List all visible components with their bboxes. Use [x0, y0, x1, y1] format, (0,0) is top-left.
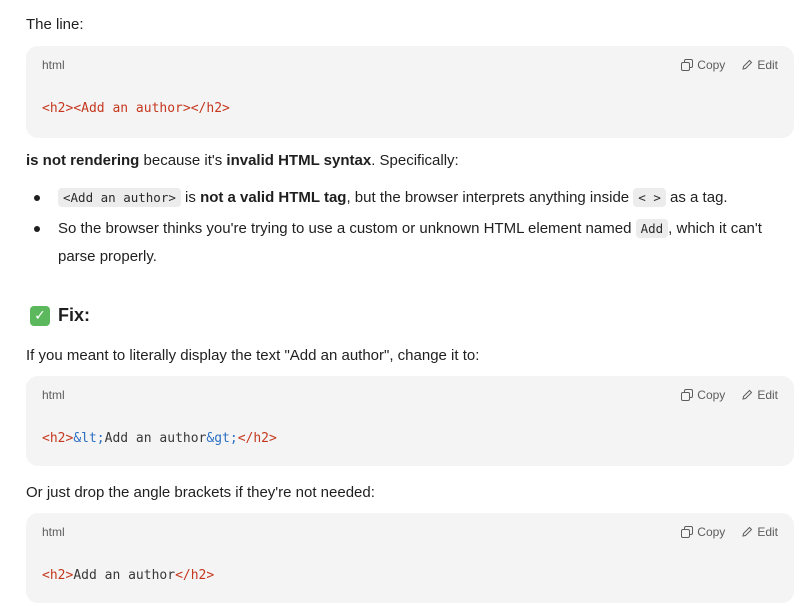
code-actions: Copy Edit [681, 58, 778, 72]
copy-label: Copy [697, 388, 726, 402]
code-text: Add an author [104, 431, 207, 446]
code-block-1: html Copy Edit <h2><Add an author></h2> [26, 46, 794, 138]
copy-icon [681, 526, 694, 538]
list-item: <Add an author> is not a valid HTML tag,… [26, 184, 786, 212]
edit-label: Edit [757, 58, 778, 72]
code-tag-invalid: <Add an author> [73, 101, 191, 116]
inline-code: <Add an author> [58, 188, 181, 207]
edit-button[interactable]: Edit [741, 388, 778, 402]
copy-label: Copy [697, 525, 726, 539]
code-line: <h2><Add an author></h2> [42, 101, 230, 116]
copy-button[interactable]: Copy [681, 58, 725, 72]
list-item: So the browser thinks you're trying to u… [26, 215, 786, 271]
explain-text: is not rendering because it's invalid HT… [26, 150, 459, 172]
bullet-text: So the browser thinks you're trying to u… [58, 220, 636, 237]
edit-label: Edit [757, 525, 778, 539]
copy-icon [681, 389, 694, 401]
code-block-2: html Copy Edit <h2>&lt;Add an author&gt;… [26, 376, 794, 466]
bullet-text: as a tag. [665, 189, 728, 206]
bullet-bold: not a valid HTML tag [200, 189, 347, 206]
copy-label: Copy [697, 58, 726, 72]
chat-response: The line: html Copy Edit <h2><Add an aut… [0, 0, 804, 606]
code-text: Add an author [73, 568, 176, 583]
edit-icon [742, 389, 753, 400]
fix-heading-text: Fix: [58, 305, 91, 325]
code-actions: Copy Edit [681, 388, 778, 402]
code-lang-label: html [42, 58, 65, 72]
explain-bold-1: is not rendering [26, 152, 140, 169]
code-line: <h2>Add an author</h2> [42, 568, 214, 583]
code-tag-open: <h2> [42, 101, 74, 116]
copy-button[interactable]: Copy [681, 388, 725, 402]
fix-text: If you meant to literally display the te… [26, 347, 480, 364]
explain-end: . Specifically: [371, 152, 459, 169]
copy-button[interactable]: Copy [681, 525, 725, 539]
code-entity-gt: &gt; [206, 431, 238, 446]
explain-bold-2: invalid HTML syntax [226, 152, 372, 169]
inline-code: < > [633, 188, 666, 207]
edit-icon [742, 59, 753, 70]
edit-button[interactable]: Edit [741, 525, 778, 539]
code-actions: Copy Edit [681, 525, 778, 539]
bullet-text: , but the browser interprets anything in… [346, 189, 634, 206]
explain-mid: because it's [139, 152, 227, 169]
code-tag-open: <h2> [42, 568, 74, 583]
intro-text: The line: [26, 16, 84, 33]
check-mark-icon: ✓ [30, 305, 50, 326]
or-text: Or just drop the angle brackets if they'… [26, 484, 375, 501]
code-entity-lt: &lt; [73, 431, 105, 446]
code-block-3: html Copy Edit <h2>Add an author</h2> [26, 513, 794, 603]
fix-heading: ✓ Fix: [30, 305, 90, 326]
code-lang-label: html [42, 525, 65, 539]
edit-label: Edit [757, 388, 778, 402]
code-tag-open: <h2> [42, 431, 74, 446]
code-lang-label: html [42, 388, 65, 402]
copy-icon [681, 59, 694, 71]
code-tag-close: </h2> [237, 431, 277, 446]
code-tag-close: </h2> [175, 568, 215, 583]
inline-code: Add [635, 219, 669, 238]
bullet-dot [34, 226, 40, 232]
bullet-dot [34, 195, 40, 201]
code-tag-close: </h2> [190, 101, 230, 116]
edit-icon [742, 526, 753, 537]
edit-button[interactable]: Edit [741, 58, 778, 72]
bullet-text: is [180, 189, 201, 206]
code-line: <h2>&lt;Add an author&gt;</h2> [42, 431, 277, 446]
bullet-list: <Add an author> is not a valid HTML tag,… [26, 184, 786, 274]
